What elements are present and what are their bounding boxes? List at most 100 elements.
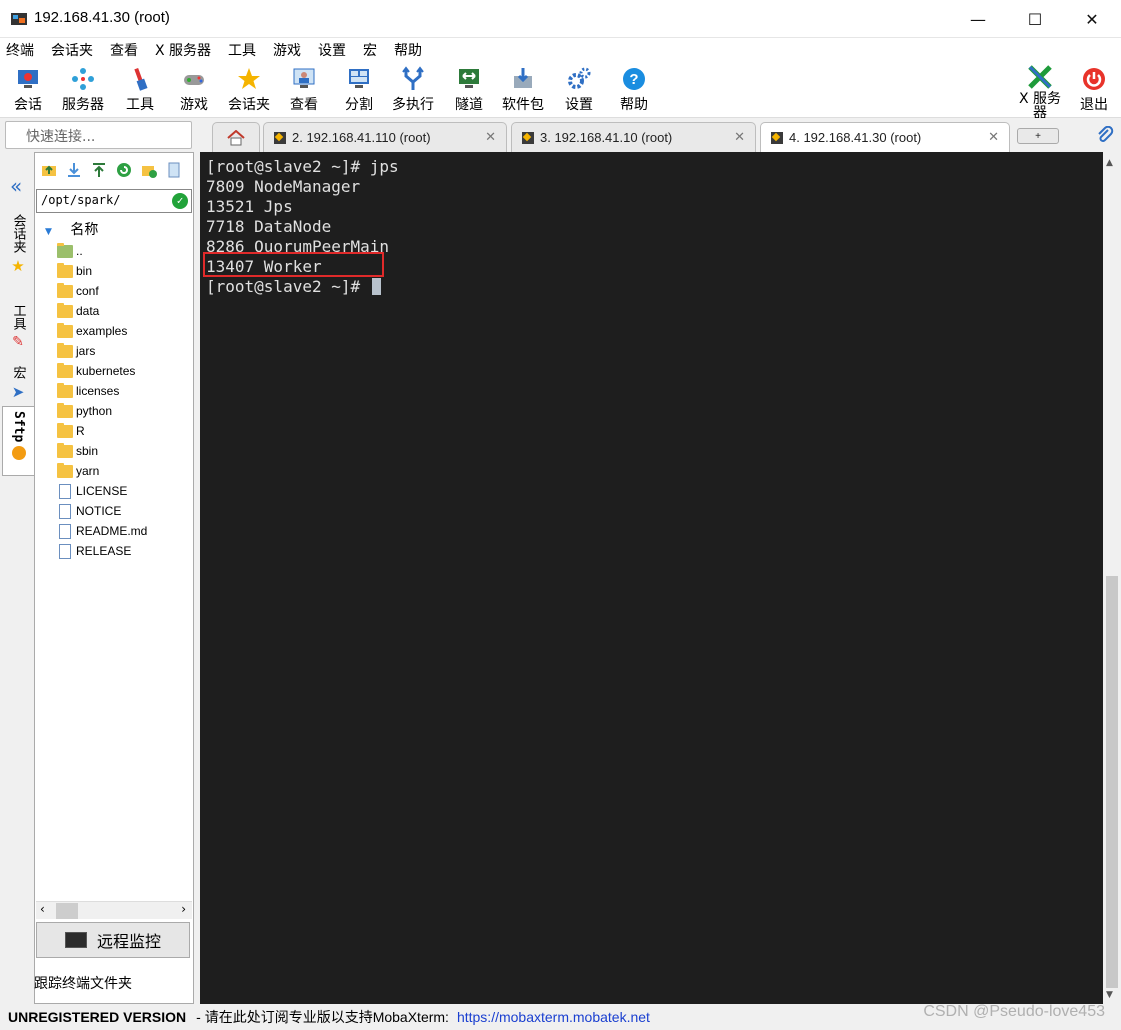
- close-button[interactable]: ✕: [1064, 0, 1120, 38]
- close-tab-icon[interactable]: ✕: [485, 129, 496, 145]
- servers-button[interactable]: 服务器: [62, 66, 104, 114]
- list-item[interactable]: data: [57, 301, 147, 321]
- scroll-up-icon[interactable]: ▲: [1106, 158, 1113, 168]
- list-item[interactable]: python: [57, 401, 147, 421]
- folder-icon: [57, 382, 73, 398]
- download-icon[interactable]: [66, 162, 82, 178]
- side-tab-macros[interactable]: 宏 ➤: [2, 362, 34, 401]
- terminal-line: 7809 NodeManager: [206, 177, 361, 196]
- menu-sessions[interactable]: 会话夹: [51, 40, 93, 60]
- games-button[interactable]: 游戏: [180, 66, 208, 114]
- scroll-down-icon[interactable]: ▼: [1106, 990, 1113, 1000]
- terminal-tab-icon: [771, 131, 783, 144]
- scroll-right-icon[interactable]: ›: [181, 902, 186, 916]
- file-icon: [59, 503, 71, 519]
- menu-xserver[interactable]: X 服务器: [155, 40, 211, 60]
- website-link[interactable]: https://mobaxterm.mobatek.net: [457, 1009, 650, 1025]
- home-tab[interactable]: [212, 122, 260, 152]
- menu-settings[interactable]: 设置: [318, 40, 346, 60]
- monitor-chart-icon: [64, 932, 87, 948]
- list-item[interactable]: bin: [57, 261, 147, 281]
- gear-icon: [568, 67, 591, 89]
- sessions-folder-button[interactable]: 会话夹: [228, 66, 270, 114]
- tab-session-4[interactable]: 4. 192.168.41.30 (root) ✕: [760, 122, 1010, 152]
- settings-button[interactable]: 设置: [565, 66, 593, 114]
- folder-icon: [57, 302, 73, 318]
- list-item[interactable]: LICENSE: [57, 481, 147, 501]
- list-item[interactable]: NOTICE: [57, 501, 147, 521]
- maximize-button[interactable]: ☐: [1007, 0, 1063, 38]
- list-item[interactable]: RELEASE: [57, 541, 147, 561]
- file-icon: [59, 543, 71, 559]
- tools-icon: ✎: [12, 334, 24, 350]
- session-button[interactable]: 会话: [14, 66, 42, 114]
- list-item[interactable]: conf: [57, 281, 147, 301]
- list-item[interactable]: sbin: [57, 441, 147, 461]
- terminal-tab-icon: [274, 131, 286, 144]
- folder-up-icon[interactable]: [41, 162, 57, 178]
- menu-tools[interactable]: 工具: [228, 40, 256, 60]
- vertical-scrollbar[interactable]: ▲ ▼: [1103, 152, 1121, 1004]
- attachment-icon[interactable]: [1096, 126, 1114, 144]
- list-item-parent[interactable]: ..: [57, 241, 147, 261]
- tunnel-button[interactable]: 隧道: [455, 66, 483, 114]
- packages-button[interactable]: 软件包: [502, 66, 544, 114]
- list-item[interactable]: R: [57, 421, 147, 441]
- upload-icon[interactable]: [91, 162, 107, 178]
- path-input[interactable]: /opt/spark/ ✓: [36, 189, 192, 213]
- new-tab-button[interactable]: +: [1017, 128, 1059, 144]
- help-button[interactable]: ? 帮助: [620, 66, 648, 114]
- terminal-cursor: [371, 278, 381, 295]
- tools-icon: [134, 67, 148, 91]
- close-tab-icon[interactable]: ✕: [988, 129, 999, 145]
- sftp-panel: /opt/spark/ ✓ ▼ 名称 .. bin conf data exam…: [34, 152, 194, 1004]
- close-tab-icon[interactable]: ✕: [734, 129, 745, 145]
- list-item[interactable]: README.md: [57, 521, 147, 541]
- refresh-icon[interactable]: [116, 162, 132, 178]
- side-tab-tools[interactable]: 工具 ✎: [2, 300, 34, 350]
- xserver-button[interactable]: X 服务器: [1018, 64, 1062, 120]
- list-item[interactable]: licenses: [57, 381, 147, 401]
- subscribe-message[interactable]: - 请在此处订阅专业版以支持MobaXterm:: [196, 1007, 449, 1027]
- menu-macros[interactable]: 宏: [363, 40, 377, 60]
- collapse-icon[interactable]: «: [10, 174, 22, 198]
- unregistered-label: UNREGISTERED VERSION: [8, 1009, 187, 1025]
- folder-icon: [57, 282, 73, 298]
- scroll-thumb[interactable]: [1106, 576, 1118, 988]
- menu-terminal[interactable]: 终端: [6, 40, 34, 60]
- scroll-thumb[interactable]: [56, 903, 78, 919]
- side-tab-sftp[interactable]: Sftp: [2, 406, 34, 476]
- check-icon[interactable]: ✓: [172, 193, 188, 209]
- menu-games[interactable]: 游戏: [273, 40, 301, 60]
- side-tab-sessions[interactable]: 会话夹 ★: [2, 210, 34, 275]
- multiexec-button[interactable]: 多执行: [392, 66, 434, 114]
- help-icon: ?: [623, 68, 645, 90]
- tools-button[interactable]: 工具: [126, 66, 154, 114]
- app-icon: [11, 13, 27, 25]
- remote-monitor-button[interactable]: 远程监控: [36, 922, 190, 958]
- horizontal-scrollbar[interactable]: ‹ ›: [36, 901, 192, 919]
- view-button[interactable]: 查看: [290, 66, 318, 114]
- list-item[interactable]: jars: [57, 341, 147, 361]
- new-folder-icon[interactable]: [141, 162, 157, 178]
- minimize-button[interactable]: —: [950, 0, 1006, 38]
- split-button[interactable]: 分割: [345, 66, 373, 114]
- new-file-icon[interactable]: [166, 162, 182, 178]
- exit-button[interactable]: 退出: [1080, 66, 1108, 114]
- list-item[interactable]: yarn: [57, 461, 147, 481]
- terminal-line: 7718 DataNode: [206, 217, 332, 236]
- list-item[interactable]: kubernetes: [57, 361, 147, 381]
- quick-connect-input[interactable]: 快速连接...: [5, 121, 192, 149]
- menu-help[interactable]: 帮助: [394, 40, 422, 60]
- tab-bar: 快速连接... 2. 192.168.41.110 (root) ✕ 3. 19…: [0, 118, 1121, 152]
- side-tab-strip: « 会话夹 ★ 工具 ✎ 宏 ➤ Sftp: [2, 152, 34, 1004]
- tab-session-3[interactable]: 3. 192.168.41.10 (root) ✕: [511, 122, 756, 152]
- follow-terminal-folder-checkbox[interactable]: 跟踪终端文件夹: [34, 973, 132, 993]
- name-column-header[interactable]: ▼ 名称: [45, 219, 98, 239]
- tab-session-2[interactable]: 2. 192.168.41.110 (root) ✕: [263, 122, 507, 152]
- terminal-output[interactable]: [root@slave2 ~]# jps 7809 NodeManager 13…: [200, 152, 1103, 1004]
- highlight-box: [203, 252, 384, 277]
- list-item[interactable]: examples: [57, 321, 147, 341]
- menu-view[interactable]: 查看: [110, 40, 138, 60]
- scroll-left-icon[interactable]: ‹: [40, 902, 45, 916]
